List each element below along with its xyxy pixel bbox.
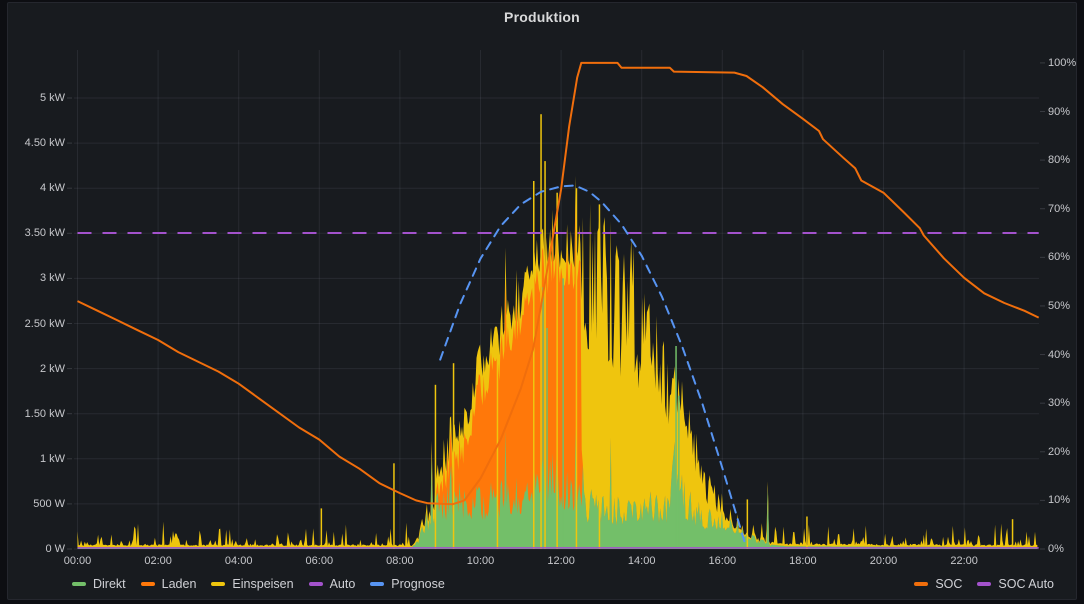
legend-item-soc-auto[interactable]: SOC Auto [977,577,1054,591]
legend-item-einspeisen[interactable]: Einspeisen [211,577,294,591]
x-axis: 00:00 02:00 04:00 06:00 08:00 10:00 12:00 14:00… [8,3,1084,604]
x-axis-tick: 08:00 [386,555,414,567]
legend-swatch-icon [72,582,86,586]
x-axis-tick: 04:00 [224,555,253,567]
legend-right-group: SOC SOC Auto [914,577,1054,591]
x-axis-tick: 22:00 [950,555,978,567]
x-axis-tick: 02:00 [144,555,172,567]
legend-swatch-icon [977,582,992,586]
legend: Direkt Laden Einspeisen Auto Prognose SOC SOC… [8,573,1076,595]
legend-item-prognose[interactable]: Prognose [370,577,445,591]
x-axis-tick: 12:00 [547,555,575,567]
legend-swatch-icon [211,582,226,586]
x-axis-tick: 00:00 [63,555,92,567]
produktion-panel: Produktion 0 W 500 W1 kW 1.50 kW 2 kW 2.50 k… [7,2,1077,600]
legend-label: Laden [161,577,197,591]
legend-item-laden[interactable]: Laden [140,577,197,591]
x-axis-tick: 06:00 [305,555,334,567]
x-axis-tick: 20:00 [869,555,898,567]
legend-left-group: Direkt Laden Einspeisen Auto Prognose [72,577,445,591]
x-axis-tick: 14:00 [627,555,656,567]
legend-label: SOC [935,577,963,591]
legend-label: Direkt [93,577,126,591]
legend-label: SOC Auto [998,577,1054,591]
legend-label: Auto [329,577,356,591]
legend-item-direkt[interactable]: Direkt [72,577,126,591]
x-axis-tick: 16:00 [708,555,737,567]
dashboard-stage: Produktion 0 W 500 W1 kW 1.50 kW 2 kW 2.50 k… [0,0,1084,604]
legend-label: Einspeisen [232,577,294,591]
legend-swatch-icon [140,582,155,586]
legend-swatch-icon [370,582,385,586]
x-axis-tick: 10:00 [466,555,495,567]
legend-swatch-icon [914,582,929,586]
legend-item-soc[interactable]: SOC [914,577,962,591]
legend-item-auto[interactable]: Auto [308,577,356,591]
legend-swatch-icon [308,582,323,586]
x-axis-tick: 18:00 [789,555,817,567]
legend-label: Prognose [391,577,445,591]
